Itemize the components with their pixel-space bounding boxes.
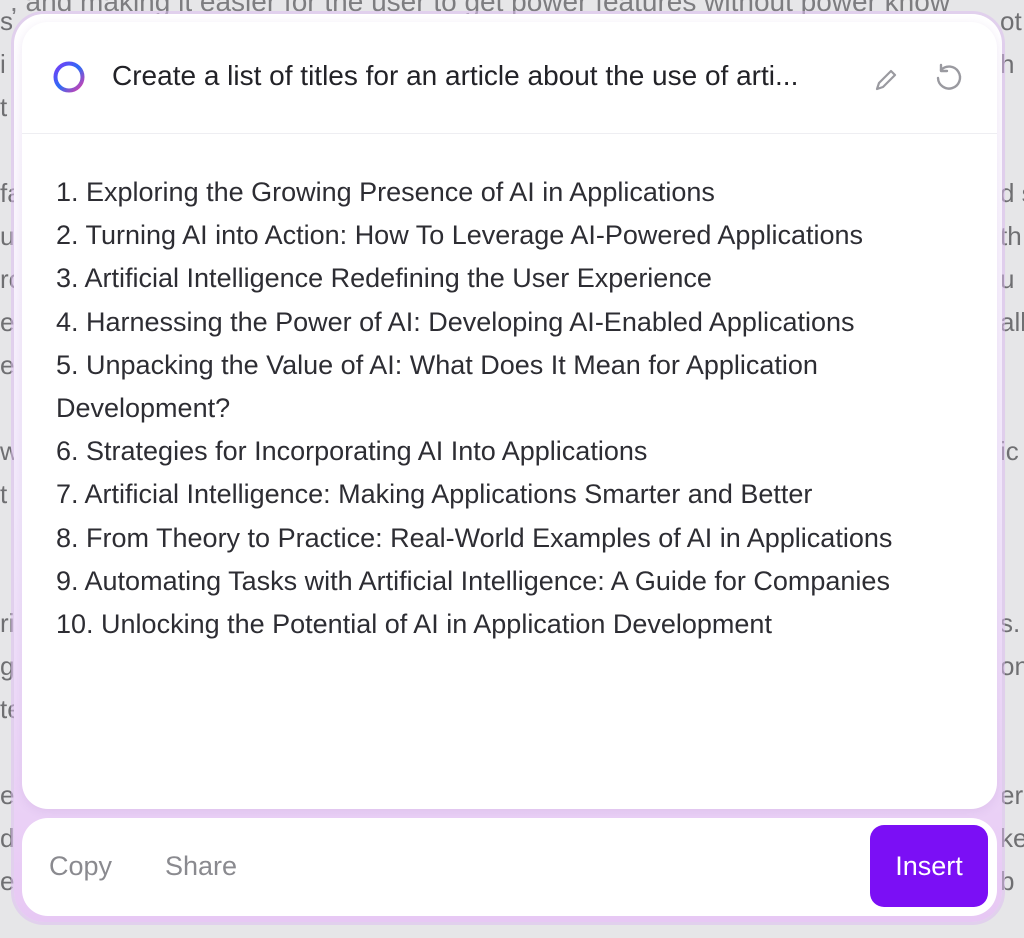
background-fragment-right [1000,516,1024,559]
background-fragment-right [1000,559,1024,602]
background-fragment-right: ke [1000,823,1024,853]
result-item: 4. Harnessing the Power of AI: Developin… [56,306,855,337]
background-fragment-right: on [1000,651,1024,681]
result-item: 7. Artificial Intelligence: Making Appli… [56,479,813,510]
background-fragment-right [1000,387,1024,430]
background-fragment-right [1000,129,1024,172]
background-fragment-right: all [1000,307,1024,337]
background-fragment-right [1000,473,1024,516]
background-fragment-right [1000,86,1024,129]
background-fragment-right [1000,344,1024,387]
background-text-top: , and making it easier for the user to g… [10,0,1020,14]
result-item: 2. Turning AI into Action: How To Levera… [56,220,863,251]
insert-button[interactable]: Insert [870,825,988,907]
background-fragment-right: h [1000,49,1015,79]
results-list: 1. Exploring the Growing Presence of AI … [56,171,966,646]
ai-ring-icon [53,61,85,93]
action-bar: Copy Share Insert [22,818,997,916]
background-fragment-right: u [1000,264,1015,294]
result-item: 9. Automating Tasks with Artificial Inte… [56,565,890,596]
result-item: 10. Unlocking the Potential of AI in App… [56,609,772,640]
background-fragment-right [1000,731,1024,774]
share-button[interactable]: Share [165,851,237,882]
background-fragment-right: er [1000,780,1024,810]
background-fragment-right: d s [1000,178,1024,208]
prompt-header: Create a list of titles for an article a… [22,22,997,134]
pencil-icon[interactable] [872,66,900,94]
result-item: 1. Exploring the Growing Presence of AI … [56,177,715,207]
ai-result-card: Create a list of titles for an article a… [22,22,997,809]
background-fragment-right: b [1000,866,1015,896]
result-item: 5. Unpacking the Value of AI: What Does … [56,349,818,424]
prompt-text[interactable]: Create a list of titles for an article a… [112,60,860,92]
result-item: 8. From Theory to Practice: Real-World E… [56,522,893,553]
background-text-right: ot h d s th u all ic s. on er ke b [1000,0,1024,938]
background-fragment-right: ic [1000,436,1019,466]
result-item: 6. Strategies for Incorporating AI Into … [56,436,648,467]
background-fragment-right: ot [1000,6,1022,36]
background-fragment-right: s. [1000,608,1021,638]
copy-button[interactable]: Copy [49,851,112,882]
result-item: 3. Artificial Intelligence Redefining th… [56,263,712,294]
background-fragment-right [1000,688,1024,731]
refresh-icon[interactable] [932,62,964,94]
background-fragment-right: th [1000,221,1022,251]
background-fragment-left: s [0,6,13,36]
